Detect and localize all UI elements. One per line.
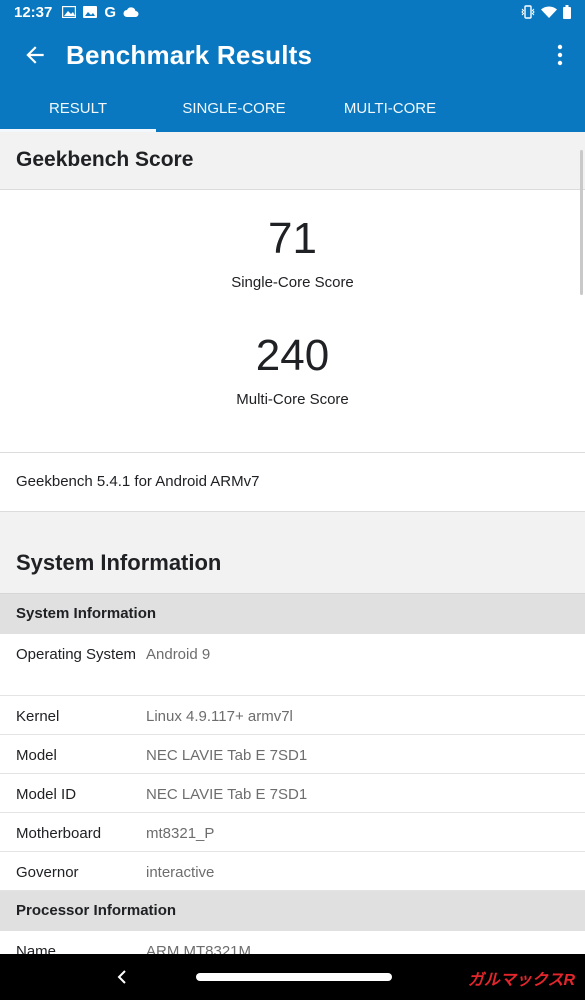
scores-card: 71 Single-Core Score 240 Multi-Core Scor… bbox=[0, 190, 585, 453]
tab-single-core[interactable]: SINGLE-CORE bbox=[156, 86, 312, 132]
status-bar: 12:37 G bbox=[0, 0, 585, 24]
single-core-score-label: Single-Core Score bbox=[231, 274, 354, 291]
status-system-icons bbox=[521, 5, 571, 19]
info-key: Operating System bbox=[16, 646, 137, 663]
info-row: Motherboard mt8321_P bbox=[0, 813, 585, 852]
tab-bar: RESULT SINGLE-CORE MULTI-CORE bbox=[0, 86, 585, 132]
info-value: Android 9 bbox=[146, 646, 211, 663]
geekbench-score-heading: Geekbench Score bbox=[0, 132, 585, 190]
status-time: 12:37 bbox=[14, 3, 53, 21]
geekbench-version: Geekbench 5.4.1 for Android ARMv7 bbox=[0, 453, 585, 512]
system-information-title: System Information bbox=[0, 512, 585, 594]
info-value: NEC LAVIE Tab E 7SD1 bbox=[146, 786, 308, 803]
more-vert-icon[interactable] bbox=[557, 44, 563, 66]
battery-icon bbox=[563, 5, 571, 19]
image-icon bbox=[62, 6, 77, 18]
info-key: Governor bbox=[16, 864, 79, 881]
info-row: Model NEC LAVIE Tab E 7SD1 bbox=[0, 735, 585, 774]
info-row: Name ARM MT8321M bbox=[0, 931, 585, 954]
back-arrow-icon[interactable] bbox=[22, 42, 48, 68]
nav-back-icon[interactable] bbox=[116, 968, 128, 986]
info-value: ARM MT8321M bbox=[146, 943, 252, 954]
info-key: Model ID bbox=[16, 786, 77, 803]
wifi-icon bbox=[541, 6, 557, 18]
info-row: Model ID NEC LAVIE Tab E 7SD1 bbox=[0, 774, 585, 813]
scrollbar[interactable] bbox=[580, 150, 583, 295]
google-g-icon: G bbox=[104, 3, 117, 21]
system-information-subhead: System Information bbox=[0, 594, 585, 634]
processor-information-subhead: Processor Information bbox=[0, 891, 585, 931]
app-bar: Benchmark Results RESULT SINGLE-CORE MUL… bbox=[0, 24, 585, 132]
info-value: Linux 4.9.117+ armv7l bbox=[146, 708, 293, 725]
info-row: Governor interactive bbox=[0, 852, 585, 891]
info-value: interactive bbox=[146, 864, 215, 881]
photo-icon bbox=[83, 6, 98, 18]
info-row: Operating System Android 9 bbox=[0, 634, 585, 696]
single-core-score-block: 71 Single-Core Score bbox=[0, 190, 585, 291]
info-key: Model bbox=[16, 747, 57, 764]
home-pill[interactable] bbox=[196, 973, 392, 981]
tab-result[interactable]: RESULT bbox=[0, 86, 156, 132]
info-value: NEC LAVIE Tab E 7SD1 bbox=[146, 747, 308, 764]
info-row: Kernel Linux 4.9.117+ armv7l bbox=[0, 696, 585, 735]
tab-multi-core[interactable]: MULTI-CORE bbox=[312, 86, 468, 132]
multi-core-score-label: Multi-Core Score bbox=[236, 391, 349, 408]
cloud-icon bbox=[123, 7, 139, 17]
watermark-logo: ガルマックスR bbox=[467, 972, 575, 989]
info-key: Motherboard bbox=[16, 825, 102, 842]
results-scroll-area[interactable]: Geekbench Score 71 Single-Core Score 240… bbox=[0, 132, 585, 954]
page-title: Benchmark Results bbox=[66, 40, 313, 70]
vibrate-icon bbox=[521, 5, 535, 19]
info-key: Kernel bbox=[16, 708, 60, 725]
status-notification-icons: G bbox=[62, 4, 139, 21]
multi-core-score-value: 240 bbox=[255, 331, 330, 380]
navigation-bar: ガルマックスR bbox=[0, 954, 585, 1000]
info-key: Name bbox=[16, 943, 57, 954]
info-value: mt8321_P bbox=[146, 825, 215, 842]
multi-core-score-block: 240 Multi-Core Score bbox=[0, 291, 585, 408]
single-core-score-value: 71 bbox=[268, 214, 317, 263]
